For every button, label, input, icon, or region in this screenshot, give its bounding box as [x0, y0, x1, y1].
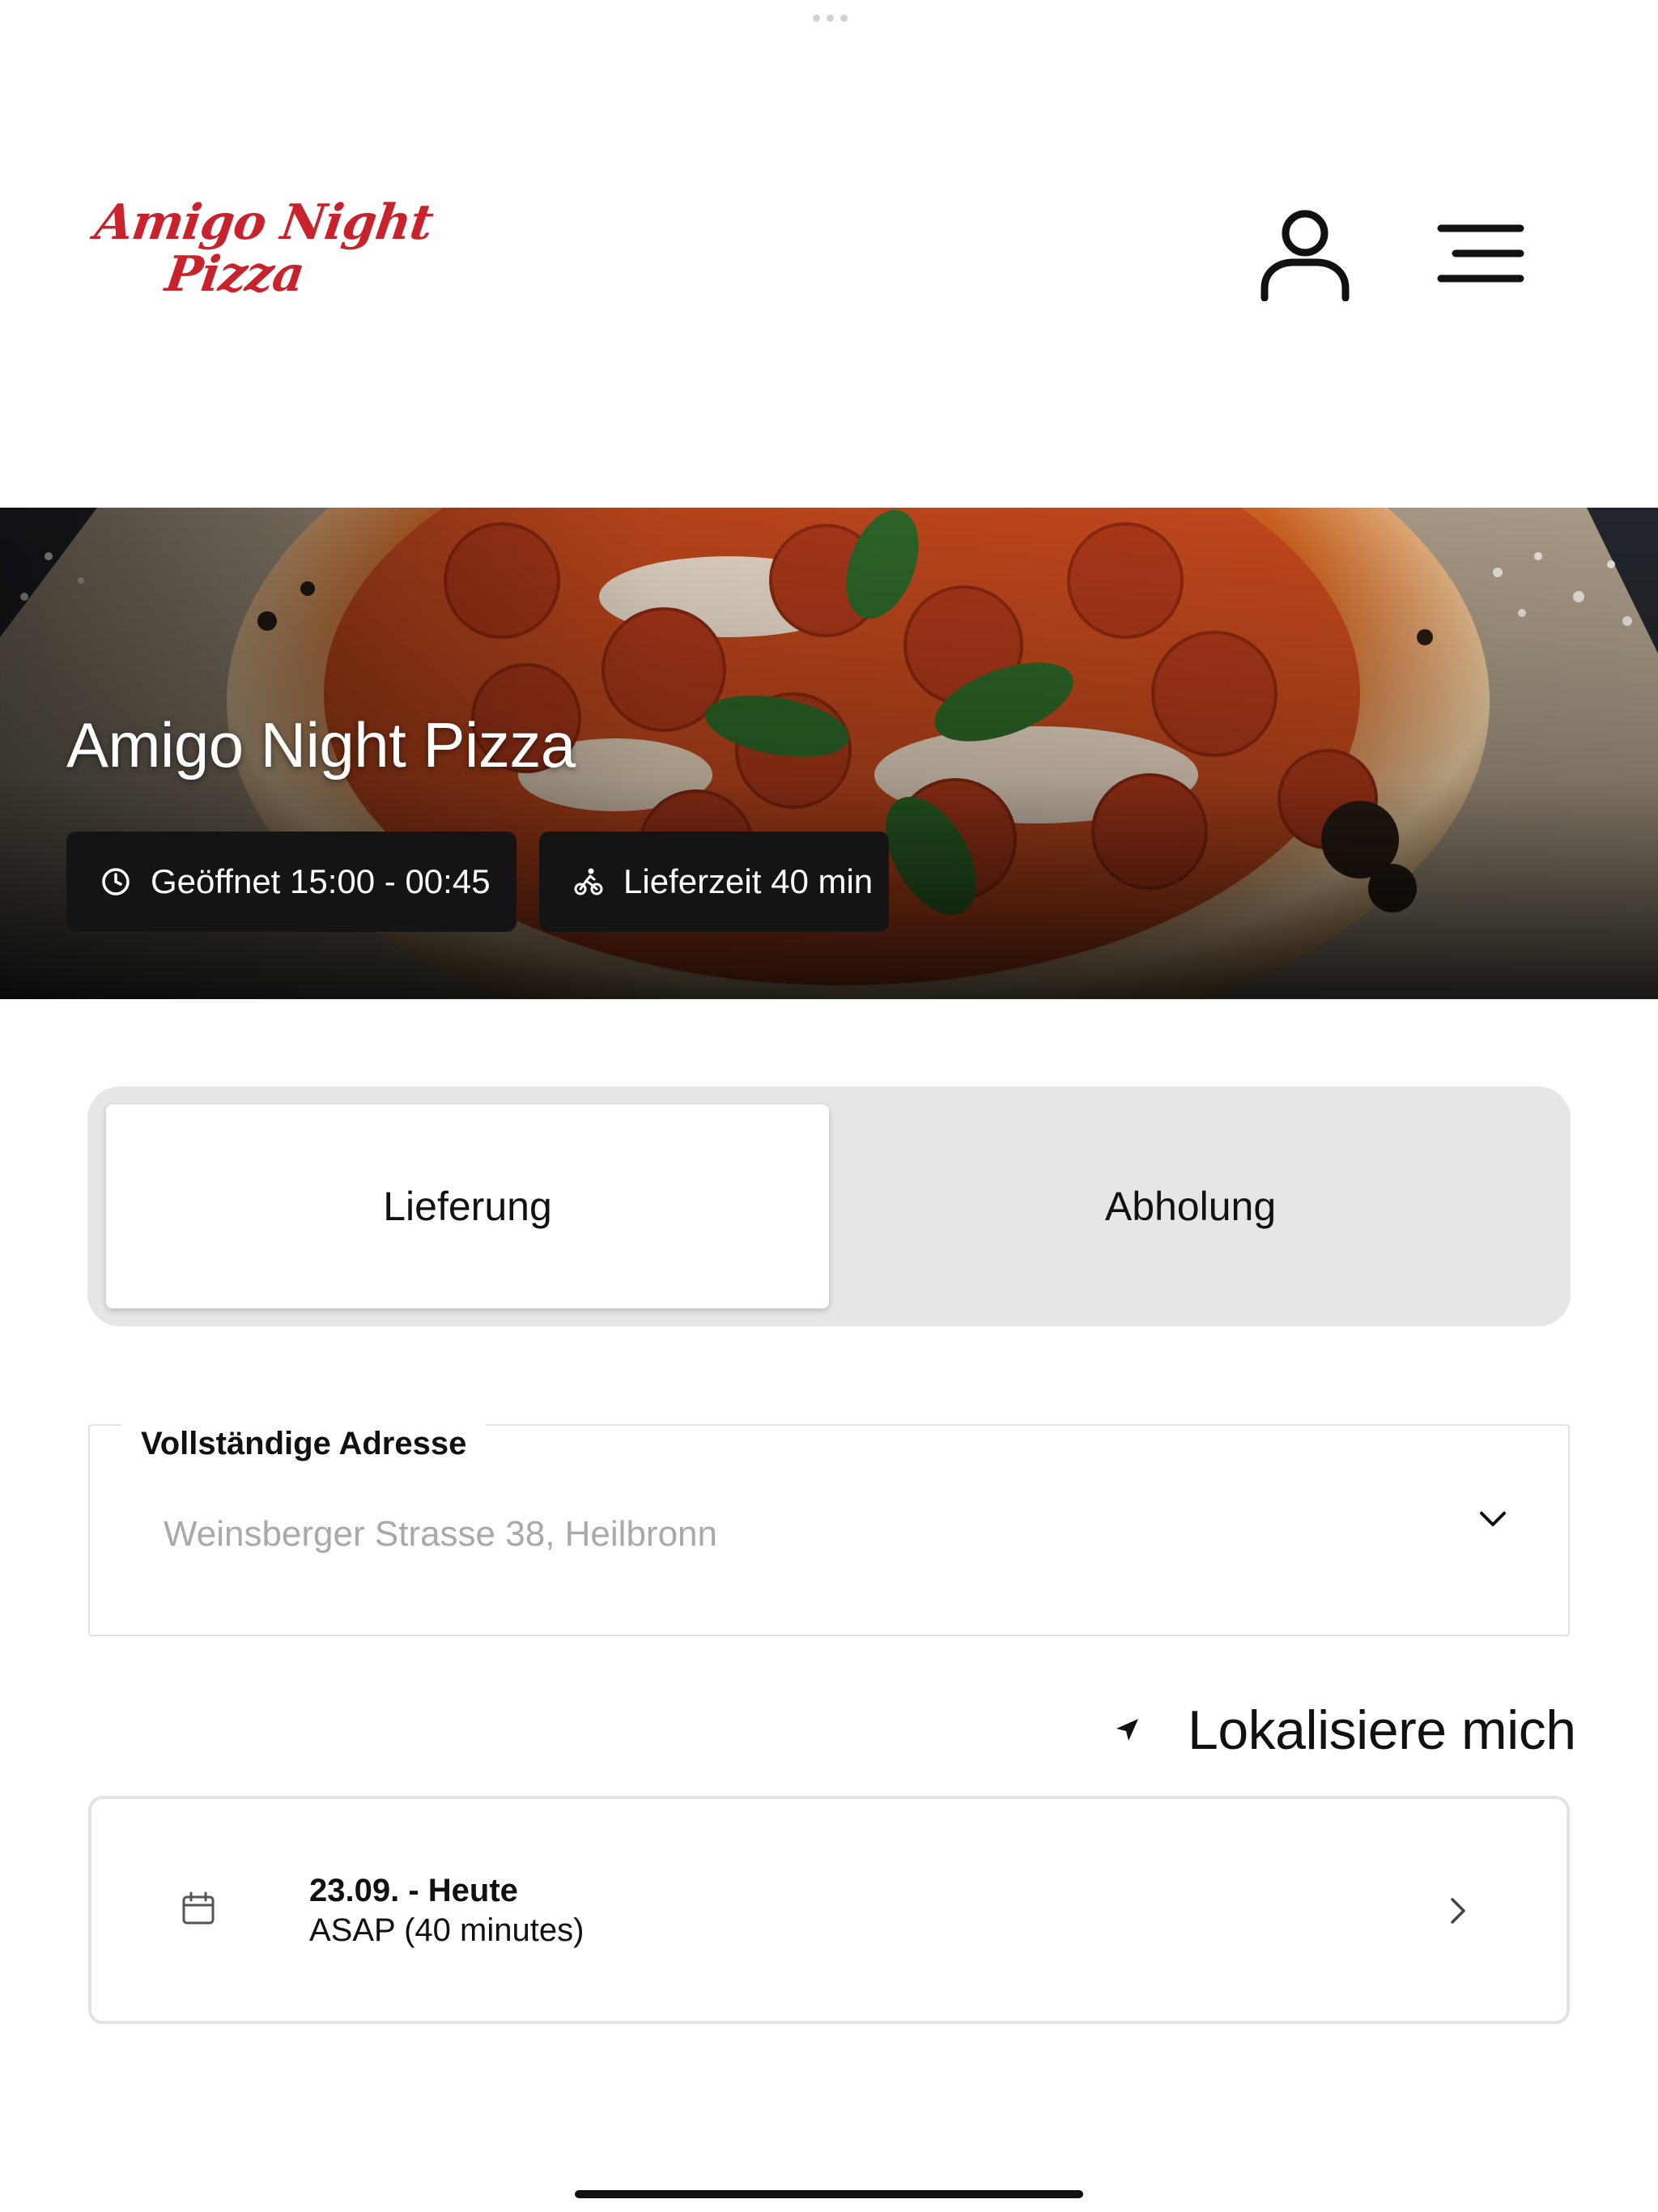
user-icon[interactable]	[1260, 204, 1350, 302]
multitasking-dots[interactable]	[813, 15, 848, 22]
page: Amigo Night Pizza Amigo Night Pizza Geöf…	[0, 0, 1658, 2212]
calendar-icon	[182, 1891, 215, 1925]
home-indicator[interactable]	[575, 2190, 1083, 2198]
delivery-time-selector[interactable]	[88, 1796, 1570, 2024]
hero-banner: Amigo Night Pizza Geöffnet 15:00 - 00:45…	[0, 508, 1658, 999]
clock-icon	[102, 868, 130, 895]
opening-hours-text: Geöffnet 15:00 - 00:45	[151, 862, 491, 900]
hamburger-menu-icon[interactable]	[1436, 217, 1525, 290]
location-arrow-icon	[1116, 1719, 1138, 1741]
brand-logo[interactable]: Amigo Night Pizza	[89, 194, 436, 316]
dot-icon	[813, 15, 820, 22]
address-label: Vollständige Adresse	[121, 1423, 487, 1465]
delivery-time-chip: Lieferzeit 40 min	[539, 832, 889, 932]
schedule-time: ASAP (40 minutes)	[309, 1912, 585, 1948]
delivery-option[interactable]: Lieferung	[106, 1104, 829, 1308]
order-type-toggle: Lieferung Abholung	[87, 1087, 1571, 1326]
delivery-time-text: Lieferzeit 40 min	[623, 862, 874, 900]
dot-icon	[827, 15, 834, 22]
opening-hours-chip: Geöffnet 15:00 - 00:45	[66, 832, 517, 932]
schedule-date: 23.09. - Heute	[309, 1873, 518, 1908]
restaurant-title: Amigo Night Pizza	[66, 709, 576, 781]
pickup-option[interactable]: Abholung	[829, 1104, 1552, 1308]
locate-me-button[interactable]: Lokalisiere mich	[1113, 1699, 1576, 1762]
logo-line-1: Amigo Night	[91, 194, 436, 251]
dot-icon	[840, 15, 848, 22]
locate-me-label: Lokalisiere mich	[1188, 1699, 1576, 1761]
address-input[interactable]	[164, 1514, 1378, 1555]
chevron-down-icon[interactable]	[1478, 1509, 1507, 1529]
chevron-right-icon	[1451, 1898, 1465, 1924]
logo-line-2: Pizza	[162, 246, 308, 303]
bicycle-icon	[574, 868, 603, 895]
